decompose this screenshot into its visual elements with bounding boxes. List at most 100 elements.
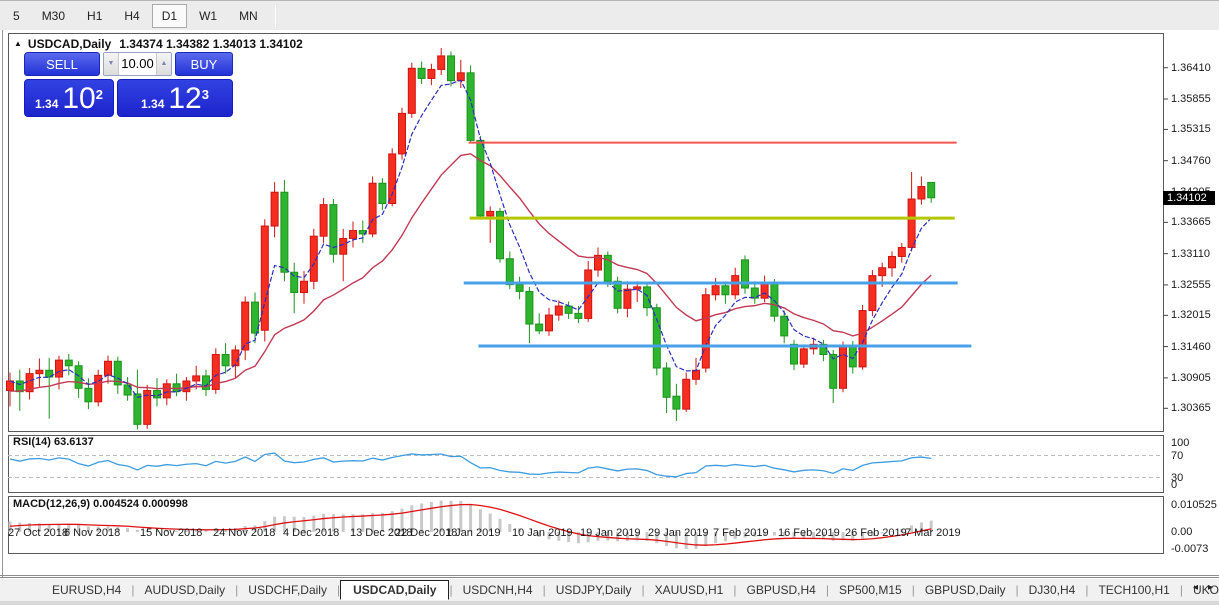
timeframe-button-h1[interactable]: H1 bbox=[77, 4, 112, 28]
timeframe-button-h4[interactable]: H4 bbox=[114, 4, 149, 28]
candle-body bbox=[55, 359, 63, 378]
volume-increase-icon[interactable]: ▲ bbox=[156, 53, 171, 75]
date-axis-label: 15 Nov 2018 bbox=[140, 527, 203, 539]
timeframe-button-d1[interactable]: D1 bbox=[151, 3, 188, 28]
buy-price-sup: 3 bbox=[201, 87, 209, 102]
candle-body bbox=[476, 139, 485, 217]
timeframe-button-m30[interactable]: M30 bbox=[32, 4, 75, 28]
tab-gbpusd[interactable]: GBPUSD,Daily bbox=[915, 581, 1016, 599]
current-price-badge: 1.34102 bbox=[1163, 190, 1215, 205]
macd-bar bbox=[126, 528, 130, 532]
tab-eurusd[interactable]: EURUSD,H4 bbox=[42, 581, 131, 599]
symbol-tabbar: EURUSD,H4 | AUDUSD,Daily | USDCHF,Daily | USDC… bbox=[0, 577, 1219, 601]
chart-window[interactable]: ▲ USDCAD,Daily 1.34374 1.34382 1.34013 1.3… bbox=[0, 30, 1219, 577]
buy-price-small: 1.34 bbox=[141, 97, 165, 111]
tab-scroll-left-icon[interactable]: ◂ bbox=[1193, 582, 1198, 593]
sell-price-small: 1.34 bbox=[35, 97, 59, 111]
date-axis-label: 4 Dec 2018 bbox=[283, 527, 340, 539]
terminal-screen: 5 M30 H1 H4 D1 W1 MN ▲ USDCAD,Daily 1.34374 1.34… bbox=[0, 0, 1219, 605]
date-axis-label: 29 Jan 2019 bbox=[648, 527, 709, 539]
candle-body bbox=[319, 204, 328, 237]
candle-body bbox=[505, 258, 514, 286]
candle-body bbox=[280, 191, 289, 273]
candle-body bbox=[770, 283, 779, 317]
chart-title: ▲ USDCAD,Daily 1.34374 1.34382 1.34013 1.3… bbox=[14, 37, 303, 51]
price-axis-label: 1.33665 bbox=[1171, 216, 1211, 229]
candle-body bbox=[162, 383, 171, 399]
tab-tech100[interactable]: TECH100,H1 bbox=[1088, 581, 1179, 599]
price-axis-label: 1.36410 bbox=[1171, 61, 1211, 74]
buy-price-tile[interactable]: 1.34 12 3 bbox=[117, 79, 233, 117]
tab-usdcad[interactable]: USDCAD,Daily bbox=[340, 579, 450, 600]
candle-body bbox=[456, 72, 465, 82]
candle-body bbox=[378, 182, 387, 205]
date-axis-label: 24 Nov 2018 bbox=[213, 527, 276, 539]
rsi-axis-label: 70 bbox=[1171, 449, 1184, 462]
price-axis-label: 1.35855 bbox=[1171, 93, 1211, 105]
volume-input[interactable]: 10.00 bbox=[119, 53, 156, 75]
timeframe-button-w1[interactable]: W1 bbox=[189, 4, 227, 28]
candle-body bbox=[711, 285, 720, 296]
candle-body bbox=[917, 186, 926, 200]
candle-body bbox=[682, 378, 691, 410]
candle-body bbox=[554, 305, 563, 316]
candle-body bbox=[799, 348, 808, 365]
bottom-edge bbox=[0, 601, 1219, 605]
candle-body bbox=[104, 360, 112, 376]
macd-axis-label: -0.0073 bbox=[1171, 543, 1209, 555]
candle-body bbox=[633, 286, 642, 290]
tab-xauusd[interactable]: XAUUSD,H1 bbox=[645, 581, 734, 599]
candle-body bbox=[897, 246, 906, 257]
chart-ohlc-values: 1.34374 1.34382 1.34013 1.34102 bbox=[119, 37, 303, 51]
tab-usdchf[interactable]: USDCHF,Daily bbox=[238, 581, 337, 599]
buy-price-big: 12 bbox=[168, 82, 202, 115]
candle-body bbox=[437, 55, 446, 70]
candle-body bbox=[858, 310, 867, 368]
candle-body bbox=[300, 280, 308, 294]
volume-decrease-icon[interactable]: ▼ bbox=[104, 53, 119, 75]
candle-body bbox=[780, 315, 789, 337]
candle-body bbox=[368, 182, 377, 235]
tab-gbpusd[interactable]: GBPUSD,H4 bbox=[736, 581, 825, 599]
candle-body bbox=[182, 380, 191, 393]
collapse-triangle-icon[interactable]: ▲ bbox=[14, 39, 22, 48]
date-axis-label: 6 Nov 2018 bbox=[64, 527, 121, 539]
candle-body bbox=[398, 112, 406, 155]
candle-body bbox=[623, 288, 632, 309]
date-axis-label: 7 Feb 2019 bbox=[713, 527, 769, 539]
candle-body bbox=[270, 191, 279, 227]
date-axis-label: 16 Feb 2019 bbox=[778, 527, 840, 539]
candle-body bbox=[388, 153, 397, 205]
tab-usdcnh[interactable]: USDCNH,H4 bbox=[453, 581, 543, 599]
candle-body bbox=[64, 359, 73, 367]
rsi-axis-label: 0 bbox=[1171, 479, 1178, 491]
candle-body bbox=[231, 349, 240, 367]
candle-body bbox=[349, 230, 357, 239]
rsi-line bbox=[9, 452, 932, 478]
candle-body bbox=[564, 305, 573, 314]
buy-button[interactable]: BUY bbox=[175, 52, 233, 76]
macd-axis-label: 0.010525 bbox=[1171, 499, 1217, 512]
candle-body bbox=[535, 323, 544, 332]
tab-scroll-right-icon[interactable]: ▸ bbox=[1208, 582, 1213, 593]
timeframe-button-mn[interactable]: MN bbox=[229, 4, 268, 28]
candle-body bbox=[417, 67, 426, 79]
tab-usdjpy[interactable]: USDJPY,Daily bbox=[546, 581, 642, 599]
tab-dj30[interactable]: DJ30,H4 bbox=[1019, 581, 1086, 599]
candle-body bbox=[584, 269, 593, 319]
sell-price-big: 10 bbox=[62, 82, 96, 115]
price-axis-label: 1.30905 bbox=[1171, 371, 1211, 384]
candle-body bbox=[848, 344, 857, 368]
pane-border-1 bbox=[8, 435, 1164, 493]
tab-sp500[interactable]: SP500,M15 bbox=[829, 581, 912, 599]
candle-body bbox=[829, 353, 838, 389]
candle-body bbox=[643, 286, 651, 309]
sell-price-tile[interactable]: 1.34 10 2 bbox=[24, 79, 114, 117]
sell-button[interactable]: SELL bbox=[24, 52, 100, 76]
candle-body bbox=[260, 225, 269, 331]
timeframe-button-5[interactable]: 5 bbox=[3, 4, 30, 28]
candle-body bbox=[927, 181, 936, 199]
price-axis-label: 1.35315 bbox=[1171, 123, 1211, 136]
sell-price-sup: 2 bbox=[95, 87, 103, 102]
tab-audusd[interactable]: AUDUSD,Daily bbox=[134, 581, 235, 599]
